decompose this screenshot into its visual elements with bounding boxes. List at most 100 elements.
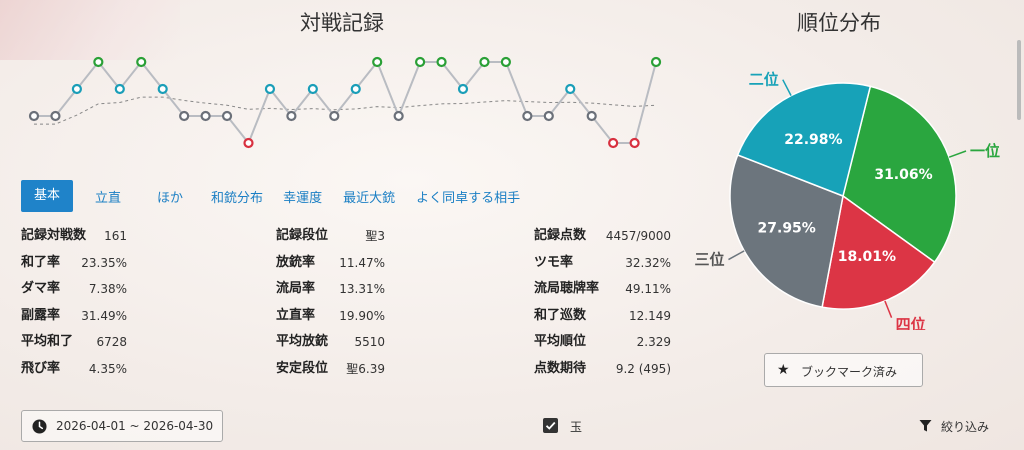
tab-basic[interactable]: 基本 bbox=[21, 180, 74, 212]
tama-label: 玉 bbox=[570, 420, 583, 434]
stat-value: 11.47% bbox=[339, 255, 385, 270]
stat-label: 和了率 bbox=[21, 254, 61, 270]
stat-row: ツモ率 32.32% bbox=[534, 255, 671, 281]
rank-point bbox=[650, 56, 662, 68]
stat-row: 副露率 31.49% bbox=[21, 308, 127, 334]
bookmark-label: ブックマーク済み bbox=[801, 365, 898, 379]
scrollbar[interactable] bbox=[1016, 0, 1024, 450]
stat-row: 点数期待 9.2 (495) bbox=[534, 361, 671, 387]
stat-label: 記録点数 bbox=[534, 228, 587, 243]
rank-point bbox=[28, 110, 40, 122]
rank-point bbox=[500, 56, 511, 68]
stat-value: 聖6.39 bbox=[346, 362, 385, 376]
stat-value: 9.2 (495) bbox=[615, 362, 671, 376]
stat-value: 4457/9000 bbox=[605, 229, 671, 243]
stat-row: 飛び率 4.35% bbox=[21, 361, 127, 387]
stat-value: 19.90% bbox=[339, 308, 385, 323]
pie-percent-label: 18.01% bbox=[838, 249, 896, 265]
pie-percent-label: 22.98% bbox=[784, 132, 842, 148]
stat-value: 49.11% bbox=[625, 282, 671, 297]
stat-label: 和了巡数 bbox=[534, 307, 587, 323]
rank-point bbox=[565, 83, 576, 95]
rank-point bbox=[608, 137, 619, 149]
rank-point bbox=[200, 110, 211, 122]
rank-point bbox=[136, 56, 147, 68]
stat-value: 2.329 bbox=[636, 335, 671, 350]
rank-distribution-title: 順位分布 bbox=[797, 11, 881, 35]
date-range-text: 2026-04-01 ~ 2026-04-30 bbox=[56, 419, 214, 433]
stat-row: 流局聴牌率 49.11% bbox=[534, 281, 671, 307]
stat-row: 記録段位 聖3 bbox=[276, 228, 385, 254]
stat-value: 7.38% bbox=[88, 282, 127, 297]
rank-point bbox=[50, 110, 61, 122]
filter-icon bbox=[919, 420, 932, 432]
rank-point bbox=[93, 56, 104, 68]
rank-point bbox=[436, 56, 447, 68]
stat-label: 平均放銃 bbox=[276, 334, 329, 350]
rank-point bbox=[221, 110, 233, 122]
stat-label: 記録段位 bbox=[276, 228, 329, 243]
stat-row: 記録対戦数 161 bbox=[21, 228, 127, 254]
stat-row: 放銃率 11.47% bbox=[276, 255, 385, 281]
pie-percent-label: 31.06% bbox=[874, 167, 932, 183]
star-icon: ★ bbox=[777, 362, 790, 378]
stat-value: 32.32% bbox=[625, 255, 671, 270]
filter-label: 絞り込み bbox=[941, 420, 990, 434]
tab-win-distribution[interactable]: 和銃分布 bbox=[211, 187, 263, 206]
tab-recent-big[interactable]: 最近大銃 bbox=[343, 187, 395, 206]
rank-point bbox=[114, 83, 125, 95]
rank-point bbox=[457, 83, 469, 95]
stat-label: 流局率 bbox=[276, 281, 316, 297]
scrollbar-thumb[interactable] bbox=[1017, 40, 1021, 120]
stat-label: 放銃率 bbox=[276, 254, 316, 270]
pie-slice-name: 三位 bbox=[694, 251, 724, 269]
pie-slice-name: 四位 bbox=[896, 316, 926, 330]
rank-point bbox=[415, 56, 426, 68]
bookmark-button[interactable]: ★ ブックマーク済み bbox=[764, 353, 923, 387]
stat-label: 平均和了 bbox=[21, 334, 74, 350]
rank-point bbox=[157, 83, 168, 95]
rank-point bbox=[479, 56, 490, 68]
stat-value: 12.149 bbox=[629, 308, 671, 323]
stat-row: 安定段位 聖6.39 bbox=[276, 361, 385, 387]
rank-point bbox=[71, 83, 83, 95]
rank-point bbox=[307, 83, 318, 95]
stat-value: 23.35% bbox=[81, 255, 127, 270]
stat-label: ダマ率 bbox=[21, 281, 61, 297]
rank-point bbox=[286, 110, 297, 122]
rank-point bbox=[243, 137, 254, 149]
stat-row: 平均放銃 5510 bbox=[276, 334, 385, 360]
rank-pie-chart: 31.06% 一位 18.01% 四位 27.95% 三位 22.98% 二位 bbox=[694, 71, 1000, 330]
stat-row: 記録点数 4457/9000 bbox=[534, 228, 671, 254]
tab-frequent-opponents[interactable]: よく同卓する相手 bbox=[416, 187, 520, 206]
stat-label: 副露率 bbox=[21, 307, 61, 323]
rank-point bbox=[393, 110, 404, 122]
stat-row: 和了率 23.35% bbox=[21, 255, 127, 281]
stat-row: 平均和了 6728 bbox=[21, 334, 127, 360]
stat-row: 立直率 19.90% bbox=[276, 308, 385, 334]
tab-luck[interactable]: 幸運度 bbox=[283, 187, 322, 206]
pie-leader-line bbox=[948, 150, 967, 158]
tab-other[interactable]: ほか bbox=[157, 187, 183, 206]
checkbox-checked-icon bbox=[543, 418, 558, 433]
pie-leader-line bbox=[884, 300, 893, 318]
rank-point bbox=[350, 83, 361, 95]
stat-label: 安定段位 bbox=[276, 361, 329, 376]
stat-row: ダマ率 7.38% bbox=[21, 281, 127, 307]
date-range-button[interactable]: 2026-04-01 ~ 2026-04-30 bbox=[21, 410, 223, 442]
stat-row: 和了巡数 12.149 bbox=[534, 308, 671, 334]
stat-value: 4.35% bbox=[88, 362, 127, 376]
stat-value: 6728 bbox=[96, 335, 127, 350]
rank-point bbox=[522, 110, 533, 122]
stat-value: 161 bbox=[104, 229, 127, 243]
stat-label: 立直率 bbox=[276, 307, 316, 323]
stat-label: 点数期待 bbox=[534, 361, 587, 376]
rank-point bbox=[629, 137, 640, 149]
rank-point bbox=[586, 110, 597, 122]
stat-value: 31.49% bbox=[81, 308, 127, 323]
pie-leader-line bbox=[782, 79, 792, 96]
stat-value: 13.31% bbox=[339, 282, 385, 297]
tab-riichi[interactable]: 立直 bbox=[95, 187, 121, 206]
rank-point bbox=[329, 110, 340, 122]
stat-row: 流局率 13.31% bbox=[276, 281, 385, 307]
